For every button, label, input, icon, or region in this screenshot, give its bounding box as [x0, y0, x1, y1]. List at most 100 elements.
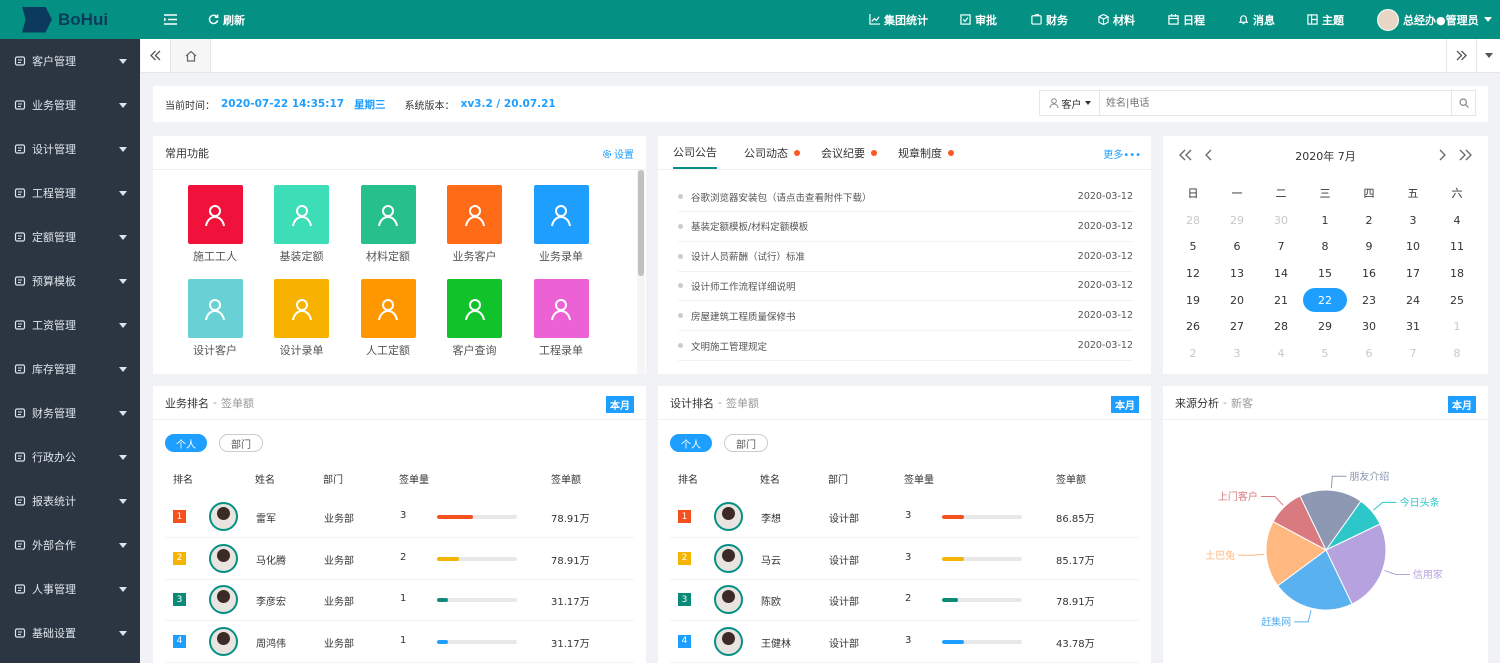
tab-personal[interactable]: 个人 [165, 434, 207, 452]
ranking-row[interactable]: 3 李彦宏 业务部 1 31.17万 [165, 579, 634, 621]
nav-materials[interactable]: 材料 [1098, 0, 1135, 39]
sidebar-item[interactable]: 财务管理 [0, 391, 140, 435]
calendar-day[interactable]: 27 [1215, 314, 1259, 340]
next-year-icon[interactable] [1458, 149, 1472, 161]
calendar-day[interactable]: 3 [1391, 207, 1435, 233]
tab-home[interactable] [171, 39, 211, 72]
calendar-day[interactable]: 31 [1391, 314, 1435, 340]
calendar-day[interactable]: 6 [1347, 341, 1391, 367]
function-tile[interactable]: 业务客户 [440, 185, 510, 264]
sidebar-item[interactable]: 业务管理 [0, 83, 140, 127]
function-tile[interactable]: 设计客户 [180, 279, 250, 358]
ranking-row[interactable]: 4 王健林 设计部 3 43.78万 [670, 621, 1139, 663]
tab-department[interactable]: 部门 [219, 434, 263, 452]
calendar-day[interactable]: 25 [1435, 287, 1479, 313]
nav-schedule[interactable]: 日程 [1168, 0, 1205, 39]
scrollbar[interactable] [637, 170, 645, 374]
tab-company-announcement[interactable]: 公司公告 [673, 136, 717, 169]
sidebar-item[interactable]: 基础设置 [0, 611, 140, 655]
tab-scroll-right-button[interactable] [1446, 39, 1476, 72]
function-tile[interactable]: 业务录单 [526, 185, 596, 264]
calendar-day[interactable]: 8 [1303, 234, 1347, 260]
notice-item[interactable]: 谷歌浏览器安装包（请点击查看附件下载） 2020-03-12 [678, 182, 1133, 212]
logo[interactable]: BoHui [0, 0, 140, 39]
user-menu[interactable]: 总经办●管理员 [1377, 0, 1492, 39]
sidebar-item[interactable]: 工资管理 [0, 303, 140, 347]
function-tile[interactable]: 客户查询 [440, 279, 510, 358]
nav-group-stats[interactable]: 集团统计 [869, 0, 928, 39]
ranking-row[interactable]: 1 雷军 业务部 3 78.91万 [165, 496, 634, 538]
sidebar-item[interactable]: 外部合作 [0, 523, 140, 567]
sidebar-item[interactable]: 设计管理 [0, 127, 140, 171]
notice-item[interactable]: 文明施工管理规定 2020-03-12 [678, 331, 1133, 361]
nav-theme[interactable]: 主题 [1307, 0, 1344, 39]
calendar-day[interactable]: 4 [1435, 207, 1479, 233]
sidebar-item[interactable]: 人事管理 [0, 567, 140, 611]
function-tile[interactable]: 材料定额 [353, 185, 423, 264]
calendar-day[interactable]: 7 [1259, 234, 1303, 260]
calendar-day[interactable]: 16 [1347, 260, 1391, 286]
calendar-day[interactable]: 11 [1435, 234, 1479, 260]
function-tile[interactable]: 人工定额 [353, 279, 423, 358]
calendar-day[interactable]: 28 [1171, 207, 1215, 233]
refresh-button[interactable]: 刷新 [208, 0, 245, 39]
tab-scroll-left-button[interactable] [141, 39, 171, 72]
calendar-day[interactable]: 6 [1215, 234, 1259, 260]
search-type-select[interactable]: 客户 [1040, 91, 1100, 115]
calendar-day[interactable]: 1 [1435, 314, 1479, 340]
calendar-day[interactable]: 13 [1215, 260, 1259, 286]
nav-approval[interactable]: 审批 [960, 0, 997, 39]
calendar-day[interactable]: 10 [1391, 234, 1435, 260]
calendar-day[interactable]: 12 [1171, 260, 1215, 286]
sidebar-item[interactable]: 定额管理 [0, 215, 140, 259]
calendar-day[interactable]: 28 [1259, 314, 1303, 340]
calendar-day[interactable]: 2 [1347, 207, 1391, 233]
calendar-day[interactable]: 30 [1347, 314, 1391, 340]
function-tile[interactable]: 工程录单 [526, 279, 596, 358]
sidebar-item[interactable]: 工程管理 [0, 171, 140, 215]
sidebar-item[interactable]: 行政办公 [0, 435, 140, 479]
tab-department[interactable]: 部门 [724, 434, 768, 452]
tab-meeting-minutes[interactable]: 会议纪要 [821, 136, 877, 170]
calendar-day[interactable]: 29 [1215, 207, 1259, 233]
calendar-day[interactable]: 3 [1215, 341, 1259, 367]
calendar-day[interactable]: 2 [1171, 341, 1215, 367]
ranking-row[interactable]: 2 马化腾 业务部 2 78.91万 [165, 538, 634, 580]
notice-item[interactable]: 设计人员薪酬（试行）标准 2020-03-12 [678, 242, 1133, 272]
tab-company-news[interactable]: 公司动态 [744, 136, 800, 170]
ranking-row[interactable]: 2 马云 设计部 3 85.17万 [670, 538, 1139, 580]
calendar-day[interactable]: 8 [1435, 341, 1479, 367]
ranking-row[interactable]: 4 周鸿伟 业务部 1 31.17万 [165, 621, 634, 663]
calendar-day[interactable]: 24 [1391, 287, 1435, 313]
calendar-day[interactable]: 18 [1435, 260, 1479, 286]
calendar-day[interactable]: 14 [1259, 260, 1303, 286]
tab-regulations[interactable]: 规章制度 [898, 136, 954, 170]
function-tile[interactable]: 施工工人 [180, 185, 250, 264]
notice-item[interactable]: 设计师工作流程详细说明 2020-03-12 [678, 271, 1133, 302]
sidebar-item[interactable]: 库存管理 [0, 347, 140, 391]
function-tile[interactable]: 设计录单 [267, 279, 337, 358]
calendar-day[interactable]: 7 [1391, 341, 1435, 367]
ranking-row[interactable]: 1 李想 设计部 3 86.85万 [670, 496, 1139, 538]
tab-options-button[interactable] [1476, 39, 1500, 72]
calendar-day[interactable]: 9 [1347, 234, 1391, 260]
calendar-day[interactable]: 17 [1391, 260, 1435, 286]
calendar-day[interactable]: 29 [1303, 314, 1347, 340]
calendar-day[interactable]: 5 [1303, 341, 1347, 367]
calendar-day-selected[interactable]: 22 [1303, 287, 1347, 313]
calendar-day[interactable]: 1 [1303, 207, 1347, 233]
calendar-day[interactable]: 23 [1347, 287, 1391, 313]
scrollbar-thumb[interactable] [638, 170, 644, 276]
calendar-day[interactable]: 21 [1259, 287, 1303, 313]
search-button[interactable] [1451, 91, 1475, 115]
calendar-day[interactable]: 4 [1259, 341, 1303, 367]
calendar-day[interactable]: 26 [1171, 314, 1215, 340]
sidebar-item[interactable]: 预算模板 [0, 259, 140, 303]
ranking-row[interactable]: 3 陈欧 设计部 2 78.91万 [670, 579, 1139, 621]
notice-item[interactable]: 房屋建筑工程质量保修书 2020-03-12 [678, 301, 1133, 332]
notice-item[interactable]: 基装定额模板/材料定额模板 2020-03-12 [678, 212, 1133, 242]
nav-messages[interactable]: 消息 [1238, 0, 1275, 39]
calendar-day[interactable]: 5 [1171, 234, 1215, 260]
sidebar-item[interactable]: 报表统计 [0, 479, 140, 523]
calendar-day[interactable]: 20 [1215, 287, 1259, 313]
